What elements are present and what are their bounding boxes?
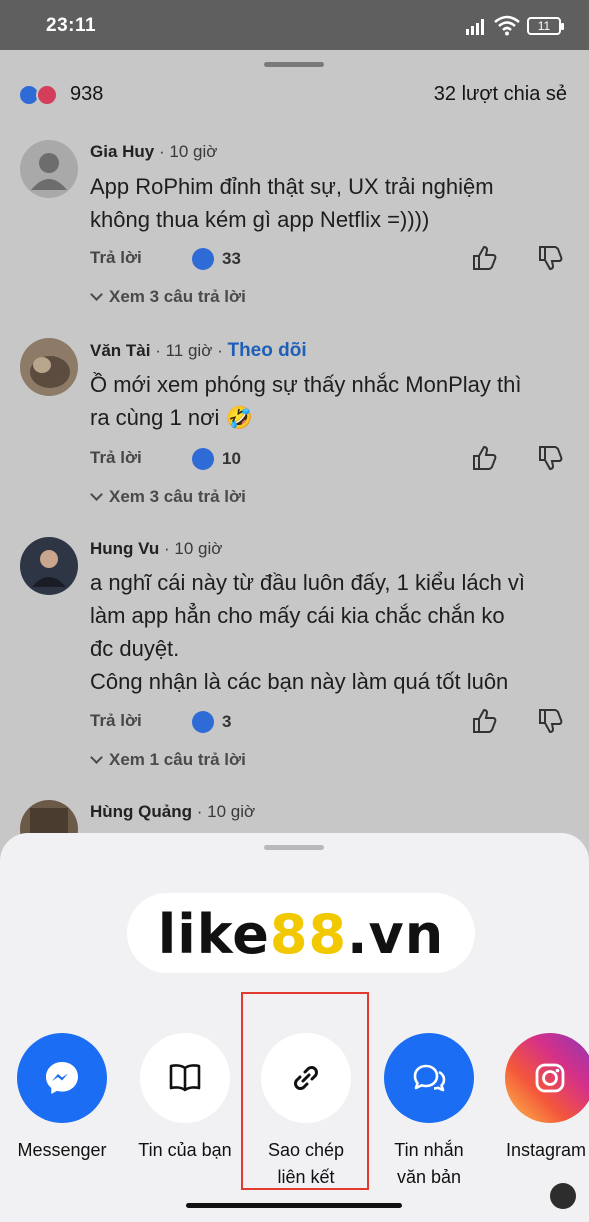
like-count: 3 bbox=[222, 712, 232, 731]
love-reaction-icon bbox=[36, 84, 58, 106]
commenter-name[interactable]: Hung Vu bbox=[90, 539, 159, 558]
view-replies-link[interactable]: Xem 3 câu trả lời bbox=[90, 487, 246, 507]
share-option-label: Tin của bạn bbox=[138, 1140, 232, 1160]
comment-line: Ồ mới xem phóng sự thấy nhắc MonPlay thì bbox=[90, 372, 522, 397]
view-replies-link[interactable]: Xem 1 câu trả lời bbox=[90, 750, 246, 770]
status-bar: 23:11 11 bbox=[0, 0, 589, 50]
comment-line: ra cùng 1 nơi 🤣 bbox=[90, 405, 253, 430]
commenter-name[interactable]: Văn Tài bbox=[90, 341, 150, 360]
signal-icon bbox=[466, 17, 488, 35]
share-option-instagram[interactable]: Instagram bbox=[490, 1033, 589, 1164]
share-option-label: Messenger bbox=[17, 1140, 107, 1160]
avatar[interactable] bbox=[20, 537, 78, 595]
comment-text: Ồ mới xem phóng sự thấy nhắc MonPlay thì… bbox=[90, 368, 560, 434]
like-badge-icon bbox=[192, 711, 214, 733]
comment-text: App RoPhim đỉnh thật sự, UX trải nghiệm … bbox=[90, 170, 560, 236]
reaction-count: 938 bbox=[70, 83, 104, 105]
commenter-name[interactable]: Gia Huy bbox=[90, 142, 154, 161]
comment-line: làm app hẳn cho mấy cái kia chắc chắn ko bbox=[90, 603, 505, 628]
share-sheet: like88.vn Messenger Tin của bạn Sao chép… bbox=[0, 833, 589, 1222]
comment-meta: Văn Tài · 11 giờ · Theo dõi bbox=[90, 340, 307, 361]
view-replies-link[interactable]: Xem 3 câu trả lời bbox=[90, 287, 246, 307]
instagram-icon[interactable] bbox=[505, 1033, 589, 1123]
like-badge-icon bbox=[192, 448, 214, 470]
share-count[interactable]: 32 lượt chia sẻ bbox=[434, 83, 567, 106]
comment-line: không thua kém gì app Netflix =)))) bbox=[90, 207, 430, 232]
follow-link[interactable]: Theo dõi bbox=[227, 340, 306, 361]
like-count: 33 bbox=[222, 249, 241, 268]
share-option-label: Instagram bbox=[506, 1140, 587, 1160]
comment-time: 10 giờ bbox=[174, 539, 223, 558]
comment-actions: Trả lời 33 bbox=[90, 245, 570, 274]
share-option-label: Tin nhắn văn bản bbox=[394, 1140, 464, 1187]
commenter-name[interactable]: Hùng Quảng bbox=[90, 802, 192, 821]
chat-bubbles-icon[interactable] bbox=[384, 1033, 474, 1123]
reactions-summary[interactable]: 938 32 lượt chia sẻ bbox=[18, 82, 573, 110]
thumbs-down-icon[interactable] bbox=[536, 444, 564, 472]
like-count: 10 bbox=[222, 449, 241, 468]
comment-line: a nghĩ cái này từ đầu luôn đấy, 1 kiểu l… bbox=[90, 570, 526, 595]
comment-line: đc duyệt. bbox=[90, 636, 180, 661]
reply-button[interactable]: Trả lời bbox=[90, 711, 142, 731]
share-option-sms[interactable]: Tin nhắn văn bản bbox=[369, 1033, 489, 1191]
avatar[interactable] bbox=[20, 338, 78, 396]
keyboard-toggle-icon[interactable] bbox=[550, 1183, 576, 1209]
comment-time: 11 giờ bbox=[165, 341, 213, 360]
comment-line: Công nhận là các bạn này làm quá tốt luô… bbox=[90, 669, 509, 694]
watermark-text: like88.vn bbox=[157, 903, 445, 966]
phone-screen: 23:11 11 938 32 lượt chia sẻ Gia Huy · 1… bbox=[0, 0, 589, 1222]
share-option-story[interactable]: Tin của bạn bbox=[125, 1033, 245, 1164]
comment-meta: Hùng Quảng · 10 giờ bbox=[90, 802, 256, 821]
thumbs-up-icon[interactable] bbox=[470, 444, 498, 472]
messenger-icon[interactable] bbox=[17, 1033, 107, 1123]
reply-button[interactable]: Trả lời bbox=[90, 448, 142, 468]
thumbs-up-icon[interactable] bbox=[470, 244, 498, 272]
share-sheet-drag-handle[interactable] bbox=[264, 845, 324, 850]
book-icon[interactable] bbox=[140, 1033, 230, 1123]
reply-button[interactable]: Trả lời bbox=[90, 248, 142, 268]
thumbs-down-icon[interactable] bbox=[536, 244, 564, 272]
highlight-box bbox=[241, 992, 369, 1190]
comments-drag-handle[interactable] bbox=[264, 62, 324, 67]
watermark-banner: like88.vn bbox=[127, 893, 475, 973]
like-badge-icon bbox=[192, 248, 214, 270]
status-clock: 23:11 bbox=[46, 15, 97, 36]
comment-time: 10 giờ bbox=[169, 142, 218, 161]
comment-actions: Trả lời 10 bbox=[90, 445, 570, 474]
comment-meta: Gia Huy · 10 giờ bbox=[90, 142, 218, 161]
comment-meta: Hung Vu · 10 giờ bbox=[90, 539, 223, 558]
thumbs-down-icon[interactable] bbox=[536, 707, 564, 735]
battery-icon: 11 bbox=[527, 17, 564, 35]
comment-text: a nghĩ cái này từ đầu luôn đấy, 1 kiểu l… bbox=[90, 566, 560, 698]
avatar[interactable] bbox=[20, 140, 78, 198]
comment-line: App RoPhim đỉnh thật sự, UX trải nghiệm bbox=[90, 174, 494, 199]
share-option-messenger[interactable]: Messenger bbox=[2, 1033, 122, 1164]
thumbs-up-icon[interactable] bbox=[470, 707, 498, 735]
home-indicator[interactable] bbox=[186, 1203, 402, 1208]
wifi-icon bbox=[494, 15, 520, 36]
comment-time: 10 giờ bbox=[207, 802, 256, 821]
comment-actions: Trả lời 3 bbox=[90, 708, 570, 737]
